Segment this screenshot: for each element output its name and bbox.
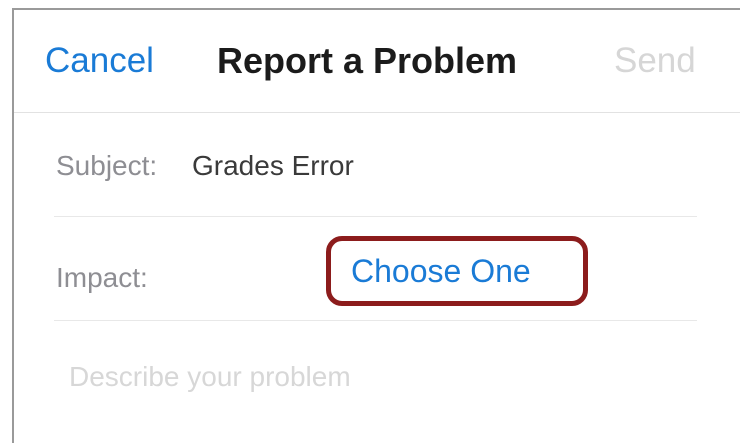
subject-row: Subject: Grades Error [54,112,697,217]
impact-highlight-box: Choose One [326,236,588,306]
page-title: Report a Problem [217,40,518,81]
subject-field[interactable]: Grades Error [192,152,354,180]
choose-impact-button[interactable]: Choose One [351,255,531,287]
description-field[interactable]: Describe your problem [69,363,689,391]
send-button[interactable]: Send [614,43,696,78]
cancel-button[interactable]: Cancel [45,43,154,78]
report-problem-view: Cancel Report a Problem Send Subject: Gr… [12,8,740,443]
impact-row: Impact: Choose One [54,216,697,321]
navigation-bar: Cancel Report a Problem Send [14,10,740,113]
subject-label: Subject: [56,150,158,181]
impact-label: Impact: [56,262,148,293]
